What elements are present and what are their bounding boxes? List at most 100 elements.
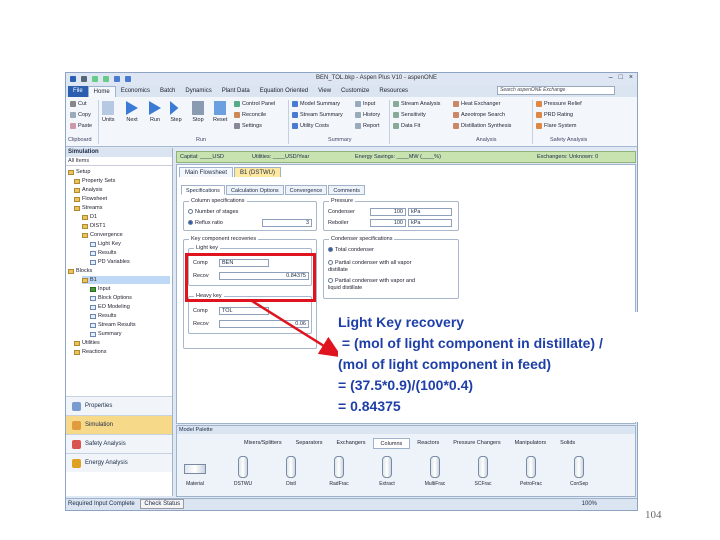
palette-tab-exchangers[interactable]: Exchangers	[330, 438, 373, 449]
nav-properties[interactable]: Properties	[66, 396, 172, 415]
nav-energy-analysis[interactable]: Energy Analysis	[66, 453, 172, 472]
check-status-button[interactable]: Check Status	[140, 499, 185, 509]
tree-item-pd-variables[interactable]: PD Variables	[90, 258, 130, 266]
partial-vapor-liquid-option[interactable]: Partial condenser with vapor and liquid …	[328, 278, 428, 292]
palette-tab-pressure-changers[interactable]: Pressure Changers	[446, 438, 507, 449]
tree-item-stream-results[interactable]: Stream Results	[90, 321, 136, 329]
heavy-key-recovery-input[interactable]: 0.06	[219, 320, 309, 328]
save-icon[interactable]	[81, 76, 87, 82]
tab-economics[interactable]: Economics	[116, 86, 155, 97]
stages-option[interactable]: Number of stages	[188, 209, 238, 215]
palette-item-scfrac[interactable]: SCFrac	[469, 456, 497, 487]
tree-item-streams[interactable]: Streams	[74, 204, 102, 212]
tree-item-flowsheet[interactable]: Flowsheet	[74, 195, 107, 203]
tree-item-d1[interactable]: D1	[82, 213, 97, 221]
tree-item-reactions[interactable]: Reactions	[74, 348, 106, 356]
tab-customize[interactable]: Customize	[336, 86, 374, 97]
flare-system-button[interactable]: Flare System	[536, 123, 576, 129]
nav-safety-analysis[interactable]: Safety Analysis	[66, 434, 172, 453]
palette-item-radfrac[interactable]: RadFrac	[325, 456, 353, 487]
palette-item-dstwu[interactable]: DSTWU	[229, 456, 257, 487]
tree-item-block-results[interactable]: Results	[90, 312, 116, 320]
step-button[interactable]: Step	[170, 101, 182, 123]
tree-item-light-key[interactable]: Light Key	[90, 240, 121, 248]
sensitivity-button[interactable]: Sensitivity	[393, 112, 426, 118]
palette-tab-manipulators[interactable]: Manipulators	[508, 438, 554, 449]
prd-rating-button[interactable]: PRD Rating	[536, 112, 573, 118]
tab-specifications[interactable]: Specifications	[181, 185, 225, 195]
history-button[interactable]: History	[355, 112, 380, 118]
stream-summary-button[interactable]: Stream Summary	[292, 112, 343, 118]
units-button[interactable]: Units	[102, 101, 115, 123]
tab-view[interactable]: View	[313, 86, 336, 97]
palette-item-material[interactable]: Material	[181, 456, 209, 487]
heavy-key-component-select[interactable]: TOL	[219, 307, 269, 315]
reflux-option[interactable]: Reflux ratio	[188, 220, 223, 226]
azeotrope-search-button[interactable]: Azeotrope Search	[453, 112, 505, 118]
palette-item-multifrac[interactable]: MultiFrac	[421, 456, 449, 487]
stream-analysis-button[interactable]: Stream Analysis	[393, 101, 440, 107]
tab-batch[interactable]: Batch	[155, 86, 180, 97]
model-summary-button[interactable]: Model Summary	[292, 101, 340, 107]
reboiler-unit-select[interactable]: kPa	[408, 219, 452, 227]
utility-costs-button[interactable]: Utility Costs	[292, 123, 329, 129]
palette-tab-mixers-splitters[interactable]: Mixers/Splitters	[237, 438, 289, 449]
settings-button[interactable]: Settings	[234, 123, 262, 129]
reboiler-pressure-input[interactable]: 100	[370, 219, 406, 227]
tab-equation-oriented[interactable]: Equation Oriented	[255, 86, 313, 97]
condenser-pressure-input[interactable]: 100	[370, 208, 406, 216]
reset-button[interactable]: Reset	[213, 101, 227, 123]
distillation-synthesis-button[interactable]: Distillation Synthesis	[453, 123, 511, 129]
tree-item-summary[interactable]: Summary	[90, 330, 122, 338]
paste-button[interactable]: Paste	[70, 123, 92, 129]
tree-item-convergence[interactable]: Convergence	[82, 231, 123, 239]
nav-filter[interactable]: All Items	[66, 157, 172, 166]
tree-item-results[interactable]: Results	[90, 249, 116, 257]
next-icon[interactable]	[114, 76, 120, 82]
control-panel-button[interactable]: Control Panel	[234, 101, 275, 107]
palette-item-petrofrac[interactable]: PetroFrac	[517, 456, 545, 487]
search-input[interactable]: Search aspenONE Exchange	[497, 86, 615, 95]
cut-button[interactable]: Cut	[70, 101, 87, 107]
nav-simulation[interactable]: Simulation	[66, 415, 172, 434]
undo-icon[interactable]	[92, 76, 98, 82]
tab-calculation-options[interactable]: Calculation Options	[225, 185, 284, 195]
reflux-ratio-input[interactable]: 3	[262, 219, 312, 227]
palette-tab-solids[interactable]: Solids	[553, 438, 582, 449]
tree-item-setup[interactable]: Setup	[68, 168, 90, 176]
maximize-icon[interactable]: □	[619, 74, 623, 81]
condenser-unit-select[interactable]: kPa	[408, 208, 452, 216]
input-button[interactable]: Input	[355, 101, 375, 107]
tab-resources[interactable]: Resources	[374, 86, 413, 97]
palette-tab-reactors[interactable]: Reactors	[410, 438, 446, 449]
run-icon[interactable]	[125, 76, 131, 82]
tree-item-property-sets[interactable]: Property Sets	[74, 177, 115, 185]
partial-vapor-option[interactable]: Partial condenser with all vapor distill…	[328, 260, 428, 274]
tab-dynamics[interactable]: Dynamics	[180, 86, 216, 97]
total-condenser-option[interactable]: Total condenser	[328, 247, 374, 253]
minimize-icon[interactable]: –	[609, 74, 613, 81]
palette-item-consep[interactable]: ConSep	[565, 456, 593, 487]
stop-button[interactable]: Stop	[192, 101, 204, 123]
tab-plant-data[interactable]: Plant Data	[217, 86, 255, 97]
tree-item-utilities[interactable]: Utilities	[74, 339, 100, 347]
heat-exchanger-button[interactable]: Heat Exchanger	[453, 101, 500, 107]
tree-item-blocks[interactable]: Blocks	[68, 267, 92, 275]
run-button[interactable]: Run	[149, 101, 161, 123]
next-button[interactable]: Next	[126, 101, 138, 123]
tab-comments[interactable]: Comments	[328, 185, 365, 195]
palette-item-distl[interactable]: Distl	[277, 456, 305, 487]
tree-item-analysis[interactable]: Analysis	[74, 186, 102, 194]
palette-tab-separators[interactable]: Separators	[289, 438, 330, 449]
tree-item-dist1[interactable]: DIST1	[82, 222, 106, 230]
tree-item-b1[interactable]: B1	[82, 276, 170, 284]
redo-icon[interactable]	[103, 76, 109, 82]
tab-file[interactable]: File	[68, 86, 88, 97]
copy-button[interactable]: Copy	[70, 112, 91, 118]
tree-item-input[interactable]: Input	[90, 285, 110, 293]
palette-item-extract[interactable]: Extract	[373, 456, 401, 487]
tree-item-block-options[interactable]: Block Options	[90, 294, 132, 302]
tab-main-flowsheet[interactable]: Main Flowsheet	[179, 167, 234, 177]
close-icon[interactable]: ×	[629, 74, 633, 81]
tab-home[interactable]: Home	[87, 86, 116, 97]
